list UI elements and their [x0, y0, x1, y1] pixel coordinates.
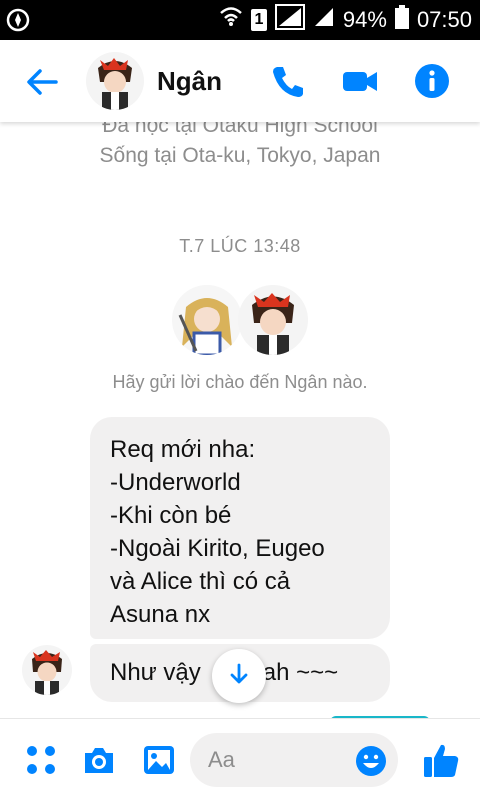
- message-line: Req mới nha:: [110, 436, 256, 463]
- phone-icon[interactable]: [268, 61, 308, 101]
- contact-name[interactable]: Ngân: [157, 66, 222, 97]
- message-text: Như vậy: [110, 659, 201, 686]
- arrow-down-icon: [226, 661, 252, 692]
- wifi-icon: [219, 6, 243, 34]
- conversation[interactable]: Đã học tại Otaku High School Sống tại Ot…: [0, 122, 480, 718]
- avatar-pair: [172, 285, 308, 355]
- profile-location: Sống tại Ota-ku, Tokyo, Japan: [99, 144, 381, 167]
- status-bar: 1 94% 07:50: [0, 0, 480, 40]
- signal-icon: [274, 4, 305, 36]
- message-line: -Khi còn bé: [110, 502, 232, 529]
- battery-percent: 94%: [342, 7, 387, 32]
- message-text: ah ~~~: [262, 659, 339, 686]
- scroll-to-bottom-button[interactable]: [212, 649, 266, 703]
- thumbs-up-icon[interactable]: [422, 741, 460, 779]
- contact-avatar[interactable]: [86, 52, 144, 110]
- message-timestamp: T.7 LÚC 13:48: [179, 236, 301, 256]
- clock: 07:50: [416, 7, 472, 32]
- message-line: Asuna nx: [110, 601, 211, 628]
- contact-avatar-small: [238, 285, 308, 355]
- back-arrow-icon[interactable]: [22, 62, 62, 102]
- message-composer: [0, 718, 480, 800]
- more-dots-icon[interactable]: [24, 743, 58, 777]
- message-line: và Alice thì có cả: [110, 568, 291, 595]
- sync-icon: [6, 8, 30, 32]
- video-camera-icon[interactable]: [340, 61, 380, 101]
- sim-icon: 1: [250, 9, 267, 31]
- chat-header: Ngân: [0, 40, 480, 122]
- battery-icon: [394, 5, 409, 35]
- greeting-prompt: Hãy gửi lời chào đến Ngân nào.: [112, 372, 368, 392]
- signal-icon-2: [313, 6, 335, 34]
- message-bubble[interactable]: Req mới nha: -Underworld -Khi còn bé -Ng…: [90, 417, 390, 639]
- profile-education: Đã học tại Otaku High School: [102, 122, 378, 137]
- sim-label: 1: [254, 11, 264, 28]
- sender-avatar[interactable]: [22, 645, 72, 695]
- message-line: -Ngoài Kirito, Eugeo: [110, 535, 325, 562]
- camera-icon[interactable]: [82, 743, 116, 777]
- info-icon[interactable]: [412, 61, 452, 101]
- gallery-icon[interactable]: [142, 743, 176, 777]
- emoji-icon[interactable]: [355, 745, 387, 777]
- message-line: -Underworld: [110, 469, 241, 496]
- self-avatar: [172, 285, 242, 355]
